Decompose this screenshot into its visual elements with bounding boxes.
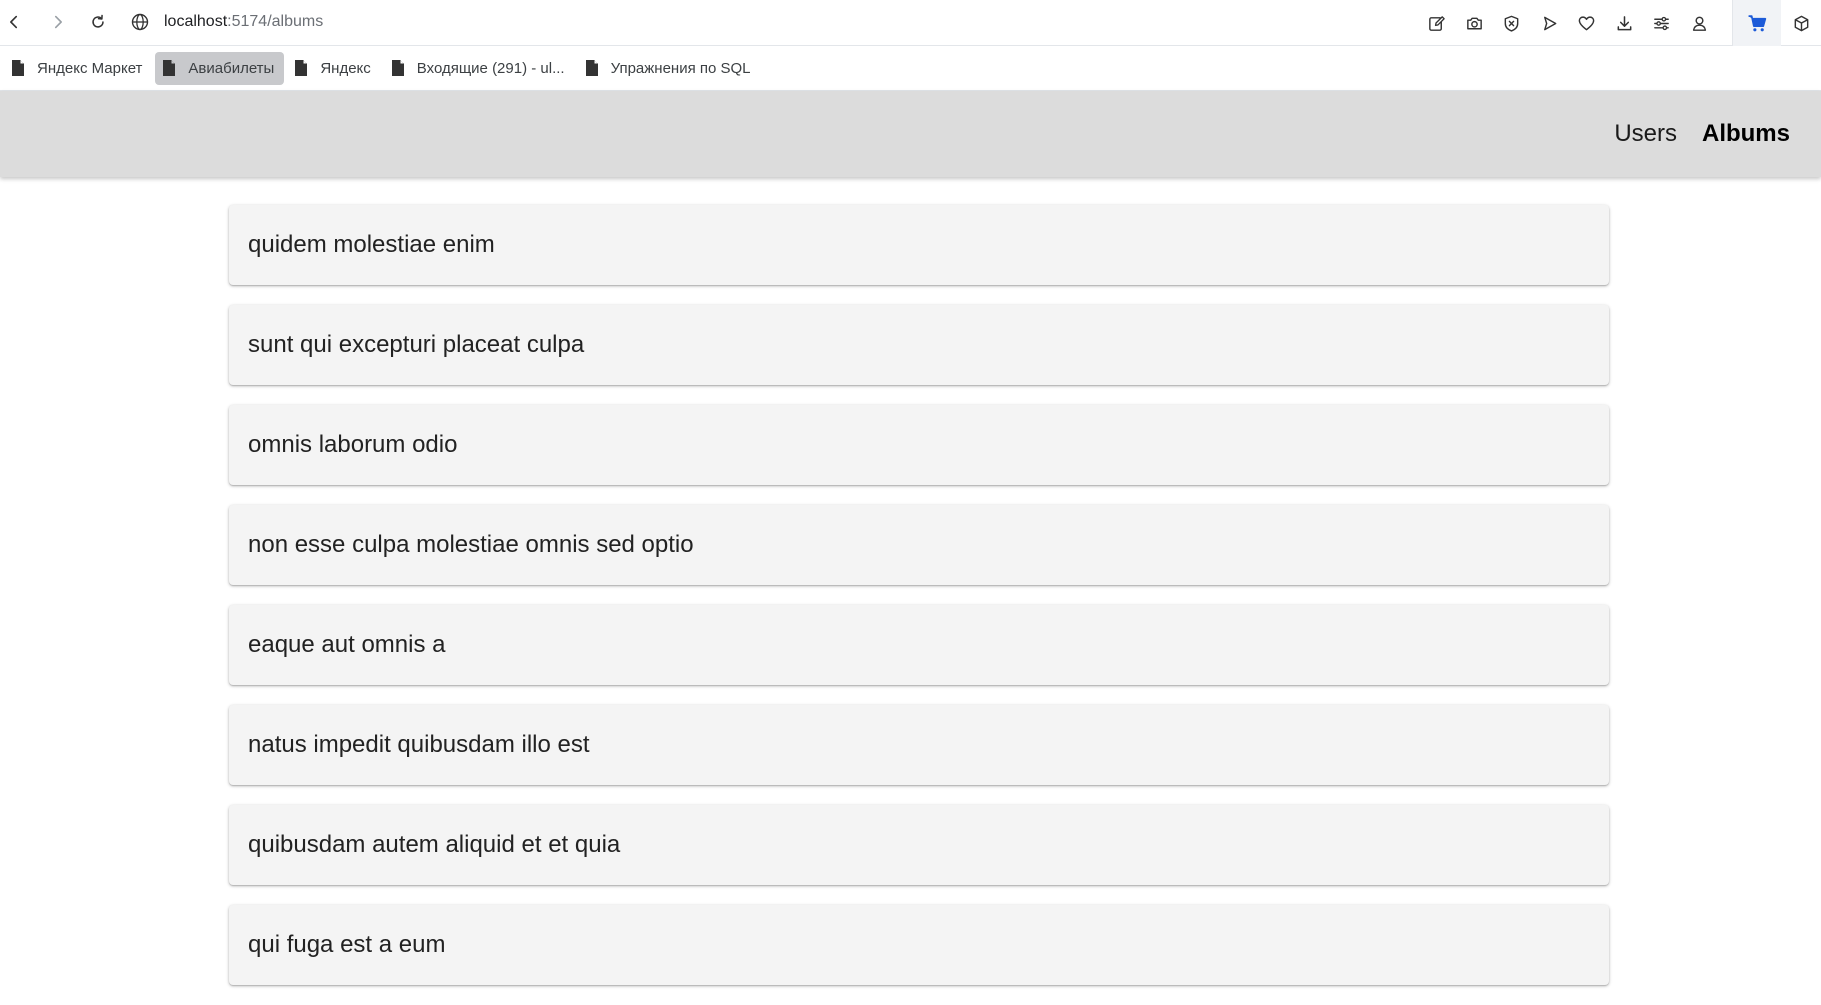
- screenshot-button[interactable]: [1456, 0, 1494, 46]
- address-host: localhost: [164, 13, 228, 30]
- address-bar[interactable]: localhost:5174/albums: [130, 6, 323, 38]
- forward-button[interactable]: [44, 8, 72, 36]
- adblock-button[interactable]: [1493, 0, 1531, 46]
- heart-icon: [1578, 15, 1595, 30]
- app-header: Users Albums: [0, 91, 1821, 177]
- bookmark-label: Упражнения по SQL: [610, 59, 751, 77]
- album-card[interactable]: non esse culpa molestiae omnis sed optio: [229, 505, 1609, 585]
- page-icon: [163, 60, 176, 76]
- back-button[interactable]: [0, 8, 28, 36]
- browser-toolbar: localhost:5174/albums: [0, 0, 1821, 46]
- page-icon: [585, 60, 598, 76]
- globe-icon: [131, 13, 149, 31]
- bookmark-label: Входящие (291) - ul...: [416, 59, 565, 77]
- edit-button[interactable]: [1418, 0, 1456, 46]
- play-button[interactable]: [1531, 0, 1569, 46]
- forward-icon: [54, 15, 62, 29]
- album-list: quidem molestiae enim sunt qui excepturi…: [229, 205, 1609, 1005]
- favorites-button[interactable]: [1568, 0, 1606, 46]
- cart-icon: [1748, 14, 1766, 31]
- reload-icon: [92, 14, 104, 28]
- shield-icon: [1504, 15, 1519, 32]
- album-card[interactable]: sunt qui excepturi placeat culpa: [229, 305, 1609, 385]
- box-icon: [1794, 15, 1808, 31]
- edit-icon: [1429, 15, 1446, 31]
- profile-button[interactable]: [1681, 0, 1719, 46]
- app-nav: Users Albums: [1589, 91, 1790, 177]
- nav-link-users[interactable]: Users: [1614, 120, 1677, 148]
- bookmark-aviabilety[interactable]: Авиабилеты: [155, 51, 285, 85]
- cart-button[interactable]: [1732, 0, 1781, 46]
- browser-extensions: [1418, 0, 1821, 46]
- album-card[interactable]: quidem molestiae enim: [229, 205, 1609, 285]
- sliders-icon: [1654, 16, 1670, 30]
- album-card[interactable]: omnis laborum odio: [229, 405, 1609, 485]
- extensions-button[interactable]: [1781, 0, 1821, 46]
- address-path: :5174/albums: [227, 13, 324, 30]
- album-card[interactable]: eaque aut omnis a: [229, 605, 1609, 685]
- settings-button[interactable]: [1643, 0, 1681, 46]
- back-icon: [10, 15, 18, 29]
- camera-icon: [1466, 17, 1482, 29]
- album-card[interactable]: qui fuga est a eum: [229, 905, 1609, 985]
- bookmark-label: Яндекс: [320, 59, 371, 77]
- download-icon: [1617, 15, 1632, 30]
- profile-icon: [1692, 16, 1706, 31]
- page-icon: [12, 60, 24, 76]
- album-card[interactable]: natus impedit quibusdam illo est: [229, 705, 1609, 785]
- play-icon: [1543, 16, 1557, 30]
- bookmark-yandex[interactable]: Яндекс: [287, 52, 380, 85]
- bookmark-yandex-market[interactable]: Яндекс Маркет: [4, 52, 152, 85]
- page-icon: [295, 60, 308, 76]
- bookmark-sql-exercises[interactable]: Упражнения по SQL: [578, 52, 761, 85]
- album-card[interactable]: quibusdam autem aliquid et et quia: [229, 805, 1609, 885]
- bookmark-label: Авиабилеты: [188, 59, 275, 77]
- reload-button[interactable]: [84, 8, 112, 36]
- bookmarks-bar: Яндекс Маркет Авиабилеты Яндекс Входящие…: [0, 46, 1821, 91]
- nav-link-albums[interactable]: Albums: [1702, 120, 1790, 148]
- bookmark-label: Яндекс Маркет: [37, 59, 143, 77]
- downloads-button[interactable]: [1606, 0, 1644, 46]
- bookmark-inbox[interactable]: Входящие (291) - ul...: [384, 52, 575, 85]
- page-icon: [391, 60, 404, 76]
